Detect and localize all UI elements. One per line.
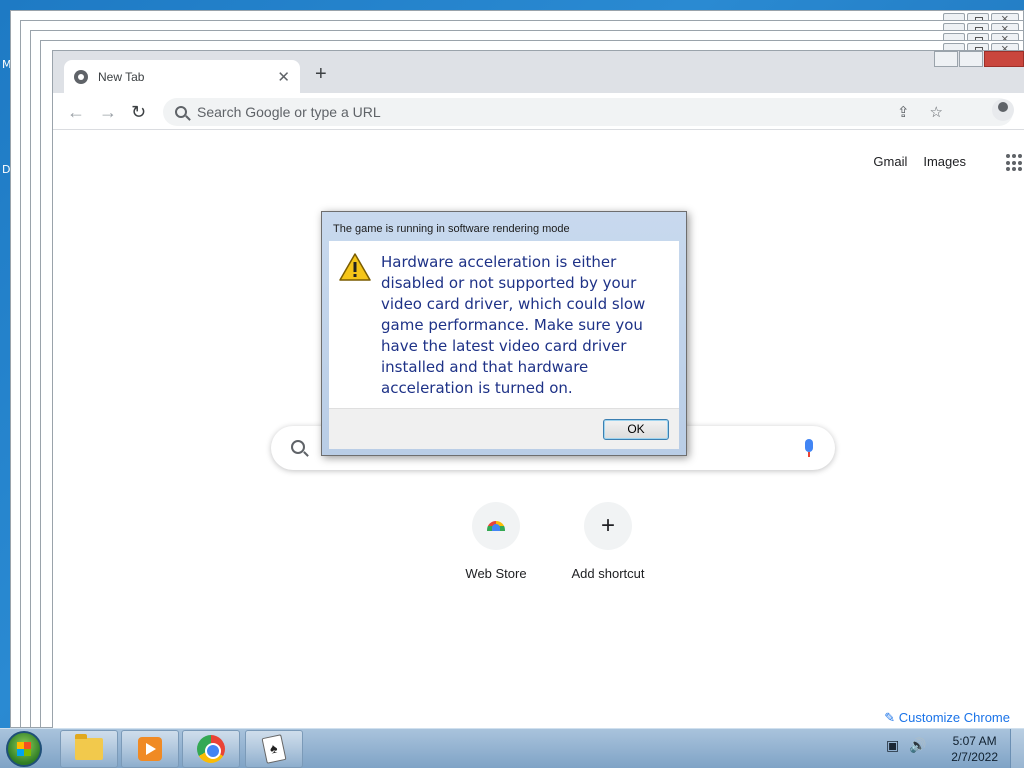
taskbar-media-player[interactable] bbox=[121, 730, 179, 768]
search-icon bbox=[291, 440, 305, 454]
desktop: M D New Ta bbox=[0, 0, 1024, 732]
system-tray: ▣ 🔊 bbox=[886, 737, 927, 754]
volume-icon[interactable]: 🔊 bbox=[909, 737, 926, 754]
dialog-message: Hardware acceleration is either disabled… bbox=[381, 253, 646, 397]
chrome-icon bbox=[197, 735, 225, 763]
dialog-title: The game is running in software renderin… bbox=[333, 223, 570, 235]
minimize-button[interactable] bbox=[934, 51, 958, 67]
gmail-link[interactable]: Gmail bbox=[873, 154, 907, 169]
new-tab-button[interactable]: + bbox=[315, 63, 327, 86]
shortcut-label: Add shortcut bbox=[571, 566, 645, 581]
tab-title: New Tab bbox=[98, 69, 145, 84]
forward-icon[interactable]: → bbox=[99, 102, 117, 123]
taskbar-solitaire[interactable] bbox=[245, 730, 303, 768]
plus-icon: + bbox=[584, 502, 632, 550]
customize-label: Customize Chrome bbox=[898, 710, 1010, 725]
images-link[interactable]: Images bbox=[923, 154, 966, 169]
shortcut-add[interactable]: + Add shortcut bbox=[558, 502, 658, 581]
shortcut-web-store[interactable]: Web Store bbox=[446, 502, 546, 581]
taskbar-chrome[interactable] bbox=[182, 730, 240, 768]
web-store-icon bbox=[472, 502, 520, 550]
microphone-icon[interactable] bbox=[805, 439, 813, 457]
solitaire-icon bbox=[261, 734, 287, 764]
ok-button[interactable]: OK bbox=[603, 419, 669, 440]
show-desktop-button[interactable] bbox=[1010, 729, 1024, 768]
tab-close-icon[interactable]: ✕ bbox=[277, 68, 290, 86]
shortcut-label: Web Store bbox=[465, 566, 527, 581]
share-icon[interactable]: ⇪ bbox=[897, 103, 910, 121]
tab-strip: New Tab ✕ + bbox=[53, 51, 1024, 93]
tab-new-tab[interactable]: New Tab ✕ bbox=[64, 60, 300, 93]
omnibox[interactable]: Search Google or type a URL ⇪ ☆ bbox=[163, 98, 1013, 126]
top-links: Gmail Images bbox=[873, 154, 966, 169]
warning-icon bbox=[339, 253, 371, 281]
clock-time: 5:07 AM bbox=[952, 734, 997, 748]
reload-icon[interactable]: ↻ bbox=[131, 102, 146, 123]
start-button[interactable] bbox=[6, 731, 42, 767]
close-button[interactable] bbox=[984, 51, 1024, 67]
media-player-icon bbox=[138, 737, 162, 761]
taskbar-file-explorer[interactable] bbox=[60, 730, 118, 768]
chrome-icon bbox=[74, 69, 88, 84]
search-icon bbox=[175, 106, 187, 118]
maximize-button[interactable] bbox=[959, 51, 983, 67]
file-explorer-icon bbox=[75, 734, 103, 760]
warning-dialog: The game is running in software renderin… bbox=[321, 211, 687, 456]
browser-toolbar: ← → ↻ Search Google or type a URL ⇪ ☆ bbox=[53, 93, 1024, 130]
taskbar: ▣ 🔊 5:07 AM 2/7/2022 bbox=[0, 728, 1024, 768]
dialog-footer: OK bbox=[329, 408, 679, 449]
bookmark-star-icon[interactable]: ☆ bbox=[930, 103, 943, 121]
network-icon[interactable]: ▣ bbox=[886, 737, 899, 754]
window-controls bbox=[933, 51, 1024, 67]
apps-grid-icon[interactable] bbox=[1006, 154, 1024, 172]
clock-date: 2/7/2022 bbox=[951, 750, 998, 764]
back-icon[interactable]: ← bbox=[67, 102, 85, 123]
dialog-body: Hardware acceleration is either disabled… bbox=[329, 241, 679, 408]
omnibox-placeholder: Search Google or type a URL bbox=[197, 104, 381, 120]
clock[interactable]: 5:07 AM 2/7/2022 bbox=[951, 733, 998, 765]
profile-avatar-icon[interactable] bbox=[992, 99, 1014, 121]
pencil-icon: ✎ bbox=[884, 710, 896, 725]
